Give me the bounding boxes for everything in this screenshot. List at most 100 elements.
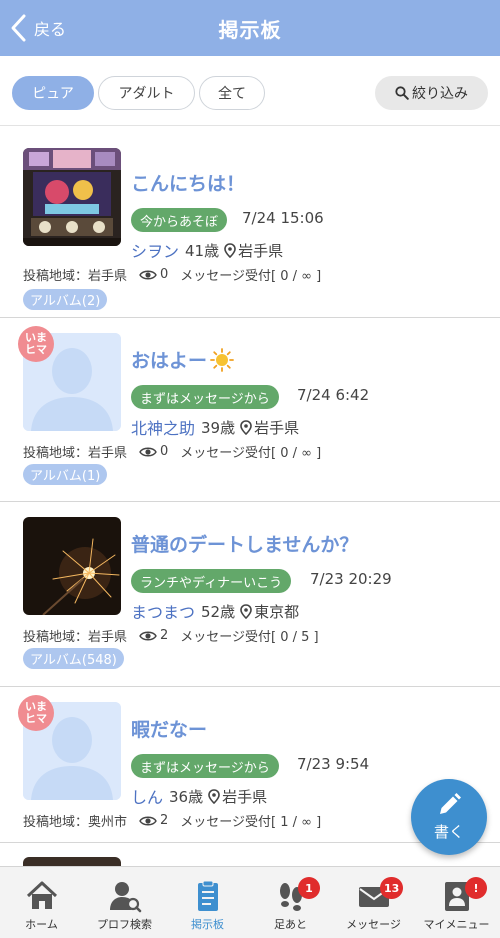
user-age: 36歳 xyxy=(169,787,204,806)
message-accept: メッセージ受付[ 0 / ∞ ] xyxy=(180,269,322,284)
pencil-icon xyxy=(440,793,461,814)
user-age: 39歳 xyxy=(201,418,236,437)
back-button[interactable]: 戻る xyxy=(8,10,66,46)
post-datetime: 7/24 6:42 xyxy=(297,386,370,404)
user-prefecture: 東京都 xyxy=(254,602,300,621)
notification-badge: 1 xyxy=(298,877,320,899)
location-pin-icon xyxy=(224,242,236,258)
location-pin-icon xyxy=(208,788,220,804)
nav-label: 掲示板 xyxy=(191,918,224,931)
narrow-down-button[interactable]: 絞り込み xyxy=(375,76,488,110)
eye-icon xyxy=(139,816,157,825)
post-tag: ランチやディナーいこう xyxy=(131,569,292,593)
post-datetime: 7/23 9:54 xyxy=(297,755,370,773)
nav-label: メッセージ xyxy=(346,918,401,931)
imahima-label: ヒマ xyxy=(25,712,47,725)
write-label: 書く xyxy=(433,823,464,841)
user-prefecture: 岩手県 xyxy=(222,787,268,806)
post-item[interactable]: こんにちは！ 今からあそぼ 7/24 15:06 シヲン 41歳 岩手県 投稿地… xyxy=(0,126,500,318)
user-name[interactable]: まつまつ xyxy=(131,599,195,623)
sparkler-photo xyxy=(23,517,121,615)
view-count: 2 xyxy=(160,813,169,828)
album-badge[interactable]: アルバム(2) xyxy=(23,289,108,310)
view-count: 0 xyxy=(160,267,169,282)
post-item[interactable]: 普通のデートしませんか？ ランチやディナーいこう 7/23 20:29 まつまつ… xyxy=(0,502,500,687)
nav-label: プロフ検索 xyxy=(97,918,152,931)
message-accept: メッセージ受付[ 0 / ∞ ] xyxy=(180,446,322,461)
post-tag: 今からあそぼ xyxy=(131,208,228,232)
post-title: こんにちは！ xyxy=(131,173,246,195)
nav-label: ホーム xyxy=(25,918,58,931)
user-age: 41歳 xyxy=(185,241,220,260)
album-badge[interactable]: アルバム(548) xyxy=(23,648,124,669)
post-meta: 投稿地域：岩手県 0 メッセージ受付[ 0 / ∞ ] xyxy=(23,442,321,461)
post-thumbnail[interactable] xyxy=(23,857,121,866)
page-title: 掲示板 xyxy=(218,17,282,42)
nav-profile-search[interactable]: プロフ検索 xyxy=(83,867,166,938)
location-pin-icon xyxy=(240,603,252,619)
user-info: しん 36歳 岩手県 xyxy=(131,784,267,808)
view-count: 0 xyxy=(160,444,169,459)
nav-board[interactable]: 掲示板 xyxy=(166,867,249,938)
user-prefecture: 岩手県 xyxy=(238,241,284,260)
nav-messages[interactable]: メッセージ 13 xyxy=(332,867,415,938)
post-meta: 投稿地域：岩手県 0 メッセージ受付[ 0 / ∞ ] xyxy=(23,265,321,284)
home-icon xyxy=(26,881,57,909)
chevron-left-icon xyxy=(11,14,26,42)
post-title-row: おはよー xyxy=(131,346,234,373)
nav-label: 足あと xyxy=(274,918,307,931)
imahima-badge: いま ヒマ xyxy=(18,326,54,362)
post-area: 投稿地域：奥州市 xyxy=(23,815,128,830)
post-area: 投稿地域：岩手県 xyxy=(23,630,128,645)
filter-pure-button[interactable]: ピュア xyxy=(12,76,94,110)
slot-machine-photo xyxy=(23,148,121,246)
eye-icon xyxy=(139,447,157,456)
post-thumbnail[interactable] xyxy=(23,148,121,246)
user-name[interactable]: シヲン xyxy=(131,238,179,262)
album-badge[interactable]: アルバム(1) xyxy=(23,464,108,485)
post-item[interactable]: いま ヒマ おはよー まずはメッセージから 7/24 6:42 北神之助 39歳… xyxy=(0,318,500,502)
search-icon xyxy=(395,86,409,100)
board-icon xyxy=(197,880,218,911)
user-name[interactable]: 北神之助 xyxy=(131,415,195,439)
imahima-badge: いま ヒマ xyxy=(18,695,54,731)
write-post-button[interactable]: 書く xyxy=(411,779,487,855)
back-label: 戻る xyxy=(34,20,67,39)
notification-badge: 13 xyxy=(380,877,404,899)
sun-icon xyxy=(210,347,234,372)
profile-search-icon xyxy=(109,882,141,913)
post-datetime: 7/24 15:06 xyxy=(242,209,324,227)
user-info: シヲン 41歳 岩手県 xyxy=(131,238,283,262)
post-area: 投稿地域：岩手県 xyxy=(23,269,128,284)
bottom-nav: ホーム プロフ検索 掲示板 足あと 1 メッセージ 13 マイメニュー ! xyxy=(0,866,500,938)
post-tag: まずはメッセージから xyxy=(131,385,279,409)
notification-badge: ! xyxy=(465,877,487,899)
post-meta: 投稿地域：岩手県 2 メッセージ受付[ 0 / 5 ] xyxy=(23,626,319,645)
narrow-down-label: 絞り込み xyxy=(412,86,468,102)
filter-adult-button[interactable]: アダルト xyxy=(98,76,195,110)
nav-label: マイメニュー xyxy=(423,918,490,931)
message-accept: メッセージ受付[ 1 / ∞ ] xyxy=(180,815,322,830)
post-tag: まずはメッセージから xyxy=(131,754,279,778)
user-prefecture: 岩手県 xyxy=(254,418,300,437)
filter-bar: ピュア アダルト 全て 絞り込み xyxy=(0,56,500,126)
user-name[interactable]: しん xyxy=(131,784,163,808)
view-count: 2 xyxy=(160,628,169,643)
post-title: おはよー xyxy=(131,350,208,372)
eye-icon xyxy=(139,631,157,640)
message-accept: メッセージ受付[ 0 / 5 ] xyxy=(180,630,319,645)
user-info: 北神之助 39歳 岩手県 xyxy=(131,415,299,439)
user-age: 52歳 xyxy=(201,602,236,621)
nav-my-menu[interactable]: マイメニュー ! xyxy=(415,867,498,938)
app-header: 戻る 掲示板 xyxy=(0,0,500,56)
eye-icon xyxy=(139,270,157,279)
post-title: 普通のデートしませんか？ xyxy=(131,534,359,556)
nav-home[interactable]: ホーム xyxy=(0,867,83,938)
post-area: 投稿地域：岩手県 xyxy=(23,446,128,461)
nav-footprints[interactable]: 足あと 1 xyxy=(249,867,332,938)
filter-all-button[interactable]: 全て xyxy=(199,76,265,110)
post-thumbnail[interactable] xyxy=(23,517,121,615)
post-datetime: 7/23 20:29 xyxy=(310,570,392,588)
imahima-label: ヒマ xyxy=(25,343,47,356)
post-meta: 投稿地域：奥州市 2 メッセージ受付[ 1 / ∞ ] xyxy=(23,811,321,830)
